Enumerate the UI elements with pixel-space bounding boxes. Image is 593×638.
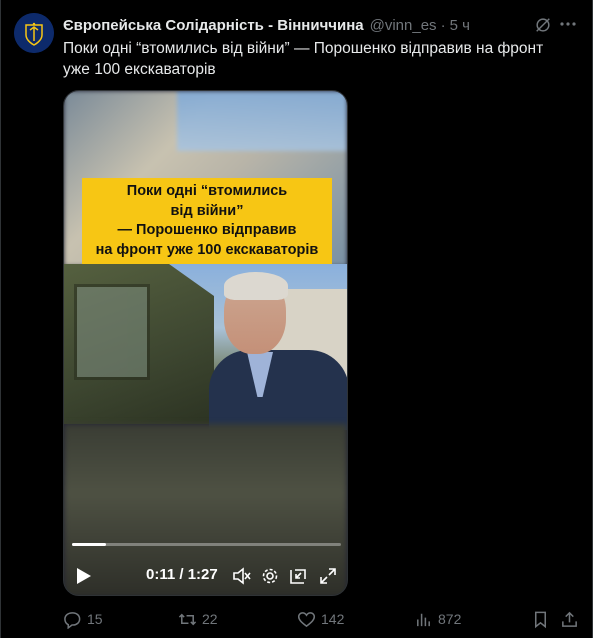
video-caption: Поки одні “втомились від війни” — Пороше… — [82, 178, 332, 264]
avatar[interactable] — [14, 13, 54, 53]
play-icon[interactable] — [76, 567, 92, 585]
video-progress-bar[interactable] — [72, 543, 341, 546]
views-button[interactable]: 872 — [414, 608, 461, 630]
person-jacket — [209, 350, 347, 430]
tweet-text: Поки одні “втомились від війни” — Пороше… — [63, 40, 544, 78]
duration: 1:27 — [187, 566, 218, 583]
like-count: 142 — [321, 611, 345, 627]
party-logo-icon — [14, 13, 54, 53]
heart-icon — [297, 611, 316, 627]
reply-count: 15 — [87, 611, 103, 627]
tweet: Європейська Солідарність - Вінниччина @v… — [0, 0, 593, 638]
tweet-actions: 15 22 142 872 — [63, 608, 583, 630]
share-button[interactable] — [560, 608, 584, 630]
tweet-time[interactable]: 5 ч — [450, 17, 470, 34]
caption-line: — Порошенко відправив — [117, 222, 297, 238]
video-progress-fill — [72, 543, 106, 546]
fullscreen-icon[interactable] — [318, 566, 338, 586]
excavator-image — [64, 264, 214, 424]
video-time: 0:11 / 1:27 — [146, 566, 218, 583]
views-chart-icon — [417, 613, 430, 626]
author-handle[interactable]: @vinn_es — [370, 17, 437, 34]
views-count: 872 — [438, 611, 462, 627]
video-player[interactable]: Поки одні “втомились від війни” — Пороше… — [63, 90, 348, 596]
repost-button[interactable]: 22 — [178, 608, 218, 630]
separator: · — [440, 16, 446, 34]
bookmark-button[interactable] — [531, 608, 555, 630]
reply-icon — [64, 611, 81, 629]
time-separator: / — [179, 566, 184, 583]
mute-icon[interactable] — [232, 566, 252, 586]
share-icon — [562, 611, 577, 627]
picture-in-picture-icon[interactable] — [288, 566, 308, 586]
current-time: 0:11 — [146, 566, 176, 583]
caption-line: на фронт уже 100 екскаваторів — [95, 241, 319, 258]
caption-line: Поки одні “втомились — [126, 183, 288, 199]
video-frame — [64, 264, 347, 430]
grok-icon[interactable] — [534, 16, 552, 34]
caption-line: від війни” — [170, 202, 244, 219]
repost-count: 22 — [202, 611, 218, 627]
reply-button[interactable]: 15 — [63, 608, 103, 630]
author-name[interactable]: Європейська Солідарність - Вінниччина — [63, 17, 364, 34]
bookmark-icon — [534, 611, 547, 628]
more-options-icon[interactable] — [558, 14, 578, 34]
tweet-header: Європейська Солідарність - Вінниччина @v… — [63, 14, 572, 36]
video-controls: 0:11 / 1:27 — [64, 561, 347, 591]
like-button[interactable]: 142 — [297, 608, 344, 630]
repost-icon — [178, 613, 197, 625]
settings-gear-icon[interactable] — [260, 566, 280, 586]
